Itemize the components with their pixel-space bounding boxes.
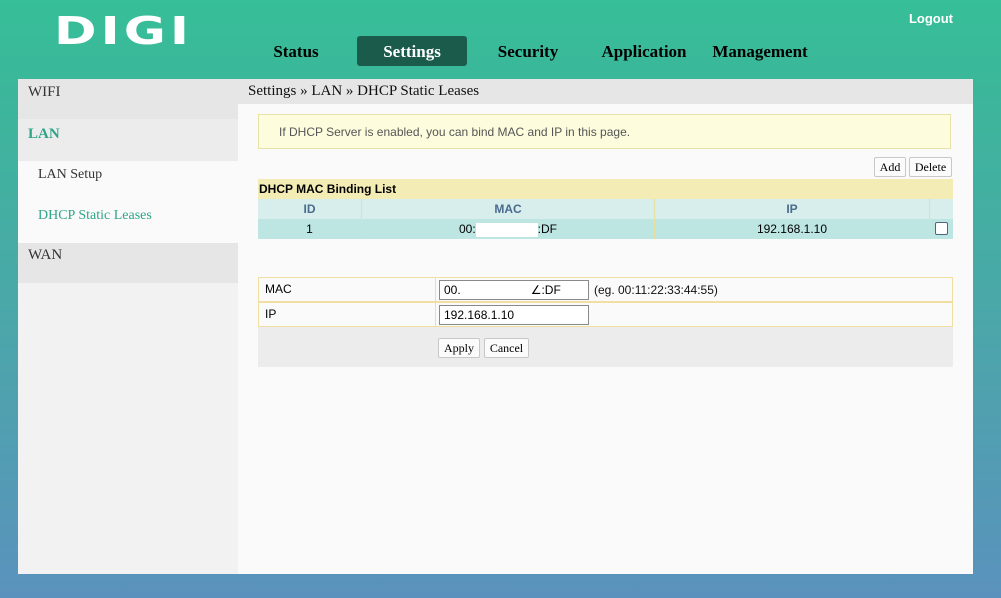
mac-input[interactable]: 00. ∠:DF (439, 280, 589, 300)
column-header-ip: IP (655, 199, 930, 219)
row-mac-suffix: :DF (537, 222, 558, 236)
binding-list: DHCP MAC Binding List ID MAC IP 1 00: :DF… (258, 179, 953, 239)
tab-management[interactable]: Management (712, 36, 808, 66)
column-header-mac: MAC (362, 199, 655, 219)
row-mac-prefix: 00: (458, 222, 476, 236)
sidebar-item-dhcp-static-leases[interactable]: DHCP Static Leases (18, 202, 238, 243)
row-id: 1 (258, 219, 362, 239)
ip-input[interactable]: 192.168.1.10 (439, 305, 589, 325)
row-mac: 00: :DF (362, 219, 655, 239)
tab-status[interactable]: Status (258, 36, 334, 66)
redaction-block (460, 283, 531, 298)
mac-label: MAC (265, 282, 292, 296)
main-frame: WIFI LAN LAN Setup DHCP Static Leases WA… (18, 79, 973, 574)
info-note: If DHCP Server is enabled, you can bind … (258, 114, 951, 149)
content-panel: Settings » LAN » DHCP Static Leases If D… (238, 79, 973, 574)
table-row: 1 00: :DF 192.168.1.10 (258, 219, 953, 239)
mac-row: MAC 00. ∠:DF (eg. 00:11:22:33:44:55) (258, 277, 953, 302)
tab-application[interactable]: Application (596, 36, 692, 66)
ip-row: IP 192.168.1.10 (258, 302, 953, 327)
mac-input-suffix: ∠:DF (530, 283, 561, 297)
tab-settings[interactable]: Settings (357, 36, 467, 66)
sidebar-item-lan-setup[interactable]: LAN Setup (18, 161, 238, 202)
cancel-button[interactable]: Cancel (484, 338, 529, 358)
divider (435, 278, 436, 301)
sidebar-filler (18, 283, 238, 523)
mac-hint: (eg. 00:11:22:33:44:55) (594, 283, 718, 297)
binding-list-title: DHCP MAC Binding List (258, 179, 953, 199)
top-navigation: Status Settings Security Application Man… (0, 36, 1001, 68)
binding-list-header: ID MAC IP (258, 199, 953, 219)
apply-button[interactable]: Apply (438, 338, 480, 358)
column-header-select (930, 199, 953, 219)
breadcrumb: Settings » LAN » DHCP Static Leases (238, 79, 973, 104)
row-select-checkbox[interactable] (935, 222, 948, 235)
binding-form: MAC 00. ∠:DF (eg. 00:11:22:33:44:55) IP 1… (258, 277, 953, 367)
mac-input-prefix: 00. (444, 283, 461, 297)
row-ip: 192.168.1.10 (655, 219, 930, 239)
sidebar-item-wifi[interactable]: WIFI (18, 79, 238, 119)
redaction-block (475, 222, 538, 237)
sidebar-item-lan[interactable]: LAN (18, 119, 238, 161)
tab-security[interactable]: Security (490, 36, 566, 66)
ip-label: IP (265, 307, 277, 321)
column-header-id: ID (258, 199, 362, 219)
divider (435, 303, 436, 326)
row-select-cell (930, 219, 953, 239)
sidebar: WIFI LAN LAN Setup DHCP Static Leases WA… (18, 79, 238, 574)
sidebar-item-wan[interactable]: WAN (18, 243, 238, 283)
add-button[interactable]: Add (874, 157, 906, 177)
delete-button[interactable]: Delete (909, 157, 952, 177)
logout-link[interactable]: Logout (909, 11, 953, 26)
